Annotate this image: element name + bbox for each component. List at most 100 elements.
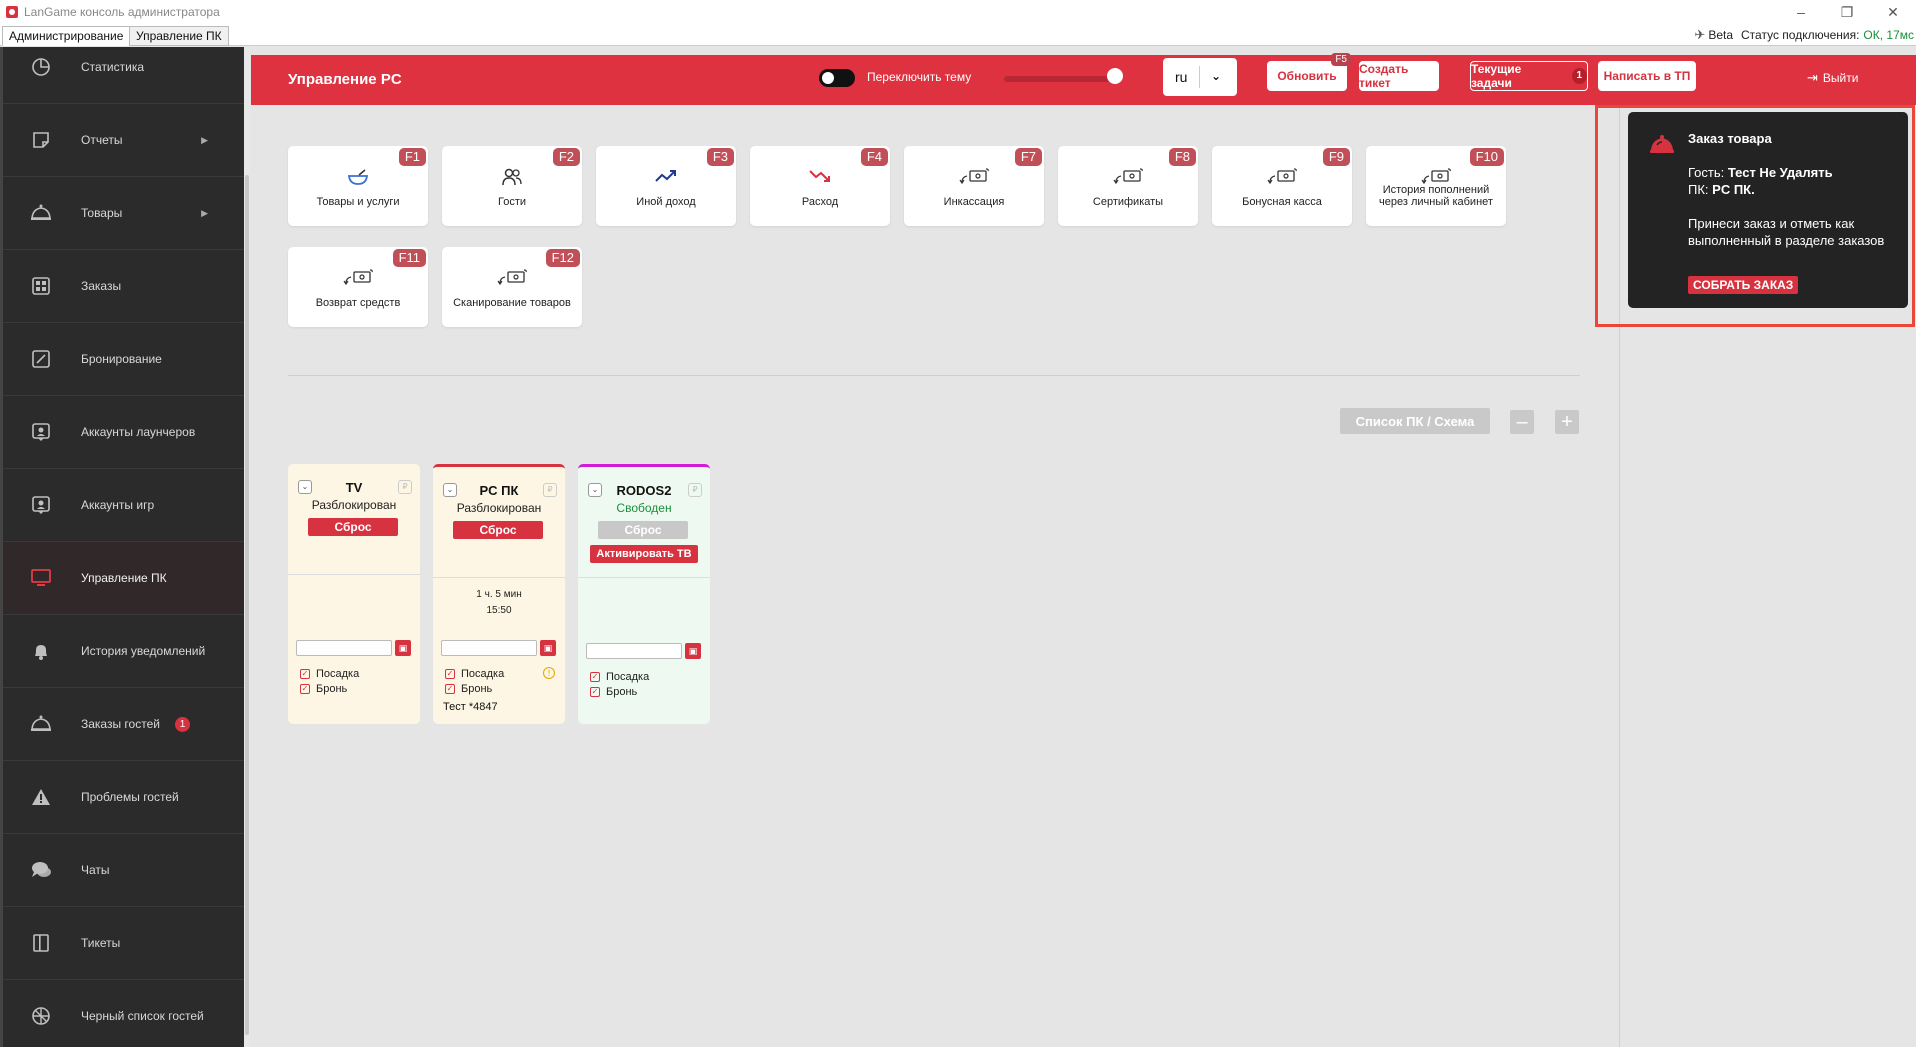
tab-pc-management[interactable]: Управление ПК (129, 26, 229, 46)
sidebar-item-13[interactable]: Тикеты (3, 907, 244, 980)
collect-order-button[interactable]: СОБРАТЬ ЗАКАЗ (1688, 276, 1799, 294)
hotkey-badge: F9 (1322, 148, 1350, 166)
sidebar-item-12[interactable]: Чаты (3, 834, 244, 907)
quick-action-tile[interactable]: F2 Гости (442, 146, 582, 226)
edit-icon (30, 348, 52, 370)
quick-action-label: Товары и услуги (316, 196, 400, 208)
booking-option[interactable]: ✓ Бронь (300, 683, 347, 695)
sidebar-item-label: Бронирование (81, 352, 162, 366)
pc-note-input[interactable] (441, 640, 537, 656)
window-titlebar: LanGame консоль администратора – ❐ ✕ (0, 0, 1916, 24)
sidebar-item-2[interactable]: Отчеты ▶ (3, 104, 244, 177)
sidebar-item-9[interactable]: История уведомлений (3, 615, 244, 688)
quick-action-tile[interactable]: F9 Бонусная касса (1212, 146, 1352, 226)
pc-reset-button[interactable]: Сброс (453, 521, 543, 539)
ticket-icon (30, 932, 52, 954)
zoom-out-button[interactable]: – (1510, 410, 1534, 434)
status-value: ОК, 17мс (1863, 28, 1914, 42)
report-icon (30, 129, 52, 151)
notification-guest: Гость: Тест Не Удалять (1688, 165, 1833, 180)
list-scheme-toggle-button[interactable]: Список ПК / Схема (1340, 408, 1490, 434)
pc-reset-button[interactable]: Сброс (308, 518, 398, 536)
sidebar-scrollbar-thumb[interactable] (245, 175, 249, 1035)
sidebar-item-8[interactable]: Управление ПК (3, 542, 244, 615)
beta-label: Beta (1708, 28, 1734, 42)
brightness-slider[interactable] (1004, 76, 1114, 82)
quick-action-label: История пополнений через личный кабинет (1379, 184, 1493, 208)
app-logo-icon (6, 6, 18, 18)
restore-button[interactable]: ❐ (1824, 0, 1870, 24)
sidebar-item-10[interactable]: Заказы гостей 1 (3, 688, 244, 761)
pc-card[interactable]: ⌄ ₽ RODOS2 Свободен Сброс Активировать ТВ ▣ ✓ По… (578, 464, 710, 724)
booking-option[interactable]: ✓ Бронь (445, 683, 492, 695)
quick-action-tile[interactable]: F10 История пополнений через личный кабин… (1366, 146, 1506, 226)
warning-icon[interactable]: ! (543, 667, 555, 679)
logout-button[interactable]: ⇥ Выйти (1807, 70, 1858, 86)
money-transfer-icon (1058, 168, 1198, 189)
pc-card[interactable]: ⌄ ₽ PC ПК Разблокирован Сброс 1 ч. 5 мин 15:50… (433, 464, 565, 724)
sidebar-item-11[interactable]: Проблемы гостей (3, 761, 244, 834)
pc-note-input[interactable] (586, 643, 682, 659)
pc-reset-button[interactable]: Сброс (598, 521, 688, 539)
quick-action-tile[interactable]: F1 Товары и услуги (288, 146, 428, 226)
sidebar-item-label: Аккаунты лаунчеров (81, 425, 196, 439)
sidebar-item-label: Товары (81, 206, 123, 220)
pc-card[interactable]: ⌄ ₽ TV Разблокирован Сброс ▣ ✓ Посадка ✓ Бронь (288, 464, 420, 724)
seating-option[interactable]: ✓ Посадка (590, 671, 649, 683)
refresh-button[interactable]: Обновить F5 (1267, 53, 1351, 91)
save-icon[interactable]: ▣ (685, 643, 701, 659)
pc-state: Свободен (616, 501, 672, 515)
tab-administration[interactable]: Администрирование (2, 26, 131, 46)
bell-icon (30, 640, 52, 662)
users-icon (442, 168, 582, 189)
quick-action-tile[interactable]: F11 Возврат средств (288, 247, 428, 327)
brightness-slider-handle[interactable] (1107, 68, 1123, 84)
write-support-button[interactable]: Написать в ТП (1598, 61, 1696, 91)
pc-note-input[interactable] (296, 640, 392, 656)
minimize-button[interactable]: – (1778, 0, 1824, 24)
quick-action-tile[interactable]: F3 Иной доход (596, 146, 736, 226)
activate-tv-button[interactable]: Активировать ТВ (590, 545, 698, 563)
save-icon[interactable]: ▣ (540, 640, 556, 656)
save-icon[interactable]: ▣ (395, 640, 411, 656)
quick-action-label: Бонусная касса (1242, 196, 1322, 208)
close-button[interactable]: ✕ (1870, 0, 1916, 24)
language-value: ru (1175, 69, 1188, 85)
hotkey-badge: F11 (392, 249, 426, 267)
sidebar-item-label: Аккаунты игр (81, 498, 155, 512)
cloche-icon (30, 202, 52, 224)
notification-message: Принеси заказ и отметь как выполненный в… (1688, 216, 1885, 248)
sidebar-item-5[interactable]: Бронирование (3, 323, 244, 396)
quick-action-tile[interactable]: F4 Расход (750, 146, 890, 226)
quick-action-tile[interactable]: F8 Сертификаты (1058, 146, 1198, 226)
trend-up-icon (596, 168, 736, 187)
sidebar-item-4[interactable]: Заказы (3, 250, 244, 323)
sidebar-item-14[interactable]: Черный список гостей (3, 980, 244, 1047)
quick-action-label: Инкассация (943, 196, 1005, 208)
checkbox-checked-icon: ✓ (300, 669, 310, 679)
sidebar-item-label: Отчеты (81, 133, 123, 147)
sidebar-item-7[interactable]: Аккаунты игр (3, 469, 244, 542)
quick-action-tile[interactable]: F7 Инкассация (904, 146, 1044, 226)
current-tasks-button[interactable]: Текущие задачи 1 (1470, 61, 1588, 91)
quick-action-label: Возврат средств (315, 297, 401, 309)
sidebar-item-1[interactable]: Статистика (3, 47, 244, 104)
sidebar-item-6[interactable]: Аккаунты лаунчеров (3, 396, 244, 469)
pc-name: PC ПК (479, 483, 519, 498)
seating-option[interactable]: ✓ Посадка (445, 668, 504, 680)
seating-option[interactable]: ✓ Посадка (300, 668, 359, 680)
bowl-icon (288, 168, 428, 189)
quick-action-tile[interactable]: F12 Сканирование товаров (442, 247, 582, 327)
money-transfer-icon (1212, 168, 1352, 189)
hotkey-badge: F10 (1469, 148, 1504, 166)
zoom-in-button[interactable]: + (1555, 410, 1579, 434)
language-select[interactable]: ru ⌄ (1163, 58, 1237, 96)
page-title: Управление PC (288, 71, 402, 88)
theme-toggle[interactable] (819, 69, 855, 87)
hotkey-badge: F8 (1168, 148, 1196, 166)
booking-option[interactable]: ✓ Бронь (590, 686, 637, 698)
window-title: LanGame консоль администратора (24, 5, 220, 19)
create-ticket-button[interactable]: Создать тикет (1359, 61, 1439, 91)
chevron-right-icon: ▶ (201, 134, 208, 145)
sidebar-item-3[interactable]: Товары ▶ (3, 177, 244, 250)
